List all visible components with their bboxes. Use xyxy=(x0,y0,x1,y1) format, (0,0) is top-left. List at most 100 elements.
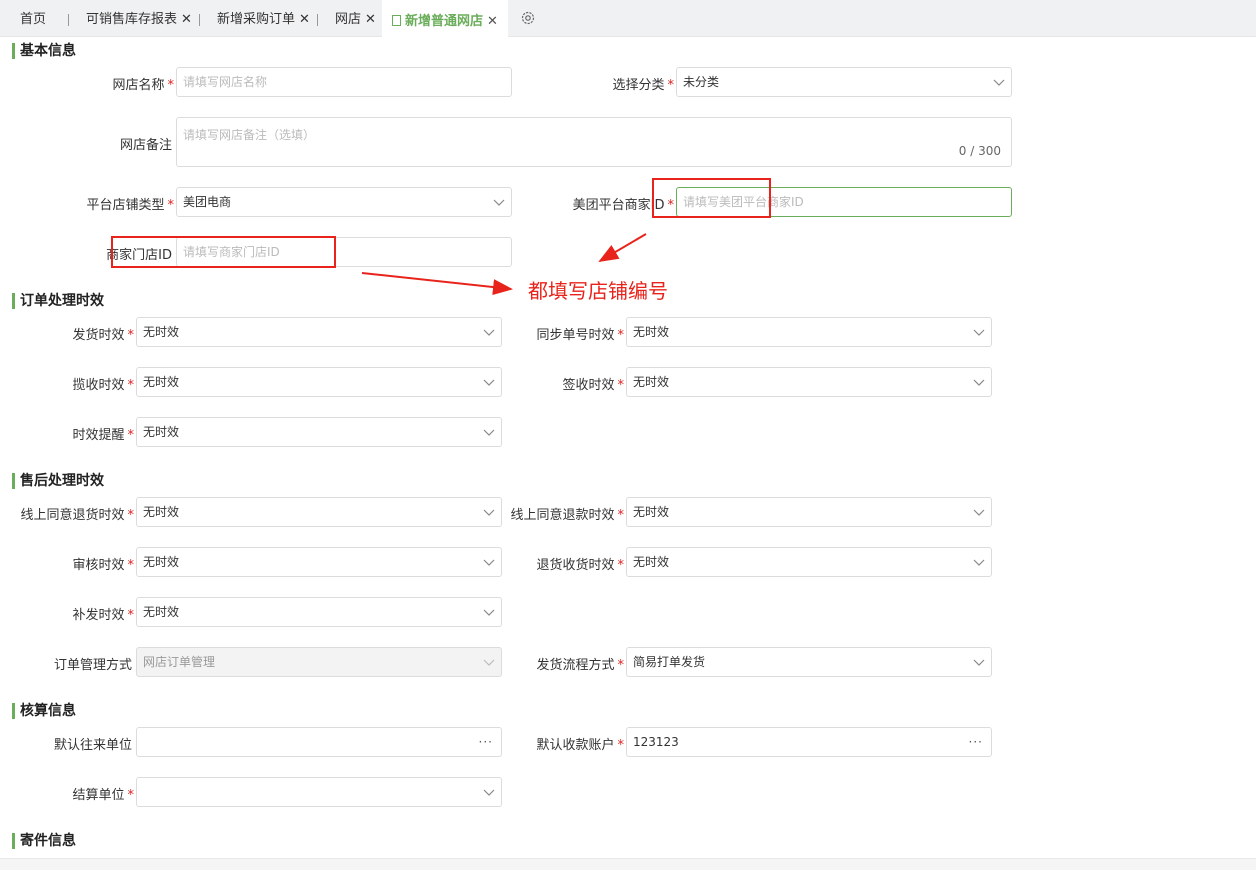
annotation-arrow xyxy=(598,233,647,263)
annotation-text: 都填写店铺编号 xyxy=(528,279,668,303)
required-icon: * xyxy=(167,78,175,93)
reissue-timing-select[interactable]: 无时效 xyxy=(136,597,502,627)
chevron-down-icon xyxy=(483,609,495,616)
sign-timing-select[interactable]: 无时效 xyxy=(626,367,992,397)
tab-label: 网店 xyxy=(335,12,362,27)
remind-timing-label: 时效提醒 * xyxy=(72,428,135,443)
return-agree-value: 无时效 xyxy=(143,505,180,519)
chevron-down-icon xyxy=(973,509,985,516)
platform-type-select[interactable]: 美团电商 xyxy=(176,187,512,217)
tab-shop[interactable]: 网店 ✕ xyxy=(335,0,376,37)
return-agree-label: 线上同意退货时效 * xyxy=(20,508,135,523)
remark-textarea[interactable]: 请填写网店备注（选填） 0 / 300 xyxy=(176,117,1012,167)
required-icon: * xyxy=(127,428,135,443)
close-icon[interactable]: ✕ xyxy=(299,12,310,27)
chevron-down-icon xyxy=(483,379,495,386)
close-icon[interactable]: ✕ xyxy=(365,12,376,27)
refund-agree-label: 线上同意退款时效 * xyxy=(510,508,624,523)
required-icon: * xyxy=(127,608,135,623)
chevron-down-icon xyxy=(483,509,495,516)
platform-type-value: 美团电商 xyxy=(183,195,232,209)
default-account-label: 默认收款账户 * xyxy=(536,738,625,753)
gear-icon[interactable] xyxy=(520,10,536,26)
section-shipping: 寄件信息 xyxy=(12,833,76,849)
required-icon: * xyxy=(617,378,625,393)
category-select[interactable]: 未分类 xyxy=(676,67,1012,97)
tab-inventory-report[interactable]: 可销售库存报表 ✕ xyxy=(86,0,192,37)
default-unit-label: 默认往来单位 xyxy=(53,738,132,753)
tab-separator xyxy=(68,14,69,26)
chevron-down-icon xyxy=(993,79,1005,86)
chevron-down-icon xyxy=(493,199,505,206)
remind-timing-select[interactable]: 无时效 xyxy=(136,417,502,447)
default-unit-input[interactable]: ··· xyxy=(136,727,502,757)
required-icon: * xyxy=(127,508,135,523)
section-order-timing: 订单处理时效 xyxy=(12,293,104,309)
more-icon[interactable]: ··· xyxy=(969,728,983,756)
return-receive-select[interactable]: 无时效 xyxy=(626,547,992,577)
remind-timing-value: 无时效 xyxy=(143,425,180,439)
document-icon xyxy=(392,15,401,26)
ship-flow-select[interactable]: 简易打单发货 xyxy=(626,647,992,677)
remark-label: 网店备注 xyxy=(119,138,172,153)
tab-label: 首页 xyxy=(20,12,47,27)
pickup-timing-select[interactable]: 无时效 xyxy=(136,367,502,397)
tab-new-shop[interactable]: 新增普通网店 ✕ xyxy=(382,0,508,37)
audit-timing-select[interactable]: 无时效 xyxy=(136,547,502,577)
tab-label: 可销售库存报表 xyxy=(86,12,178,27)
ship-flow-value: 简易打单发货 xyxy=(633,655,706,669)
ship-timing-select[interactable]: 无时效 xyxy=(136,317,502,347)
pickup-timing-value: 无时效 xyxy=(143,375,180,389)
return-receive-value: 无时效 xyxy=(633,555,670,569)
tab-separator xyxy=(199,14,200,26)
required-icon: * xyxy=(127,378,135,393)
required-icon: * xyxy=(617,658,625,673)
remark-counter: 0 / 300 xyxy=(958,144,1001,158)
settle-unit-label: 结算单位 * xyxy=(72,788,134,803)
tab-bar: 首页 可销售库存报表 ✕ 新增采购订单 ✕ 网店 ✕ 新增普通网店 ✕ xyxy=(0,0,1256,37)
sign-timing-label: 签收时效 * xyxy=(562,378,625,393)
tab-label: 新增采购订单 xyxy=(217,12,296,27)
refund-agree-value: 无时效 xyxy=(633,505,670,519)
required-icon: * xyxy=(127,558,135,573)
shop-name-label: 网店名称 * xyxy=(112,78,175,93)
sign-timing-value: 无时效 xyxy=(633,375,670,389)
pickup-timing-label: 揽收时效 * xyxy=(72,378,135,393)
section-accounting: 核算信息 xyxy=(12,703,76,719)
sync-timing-select[interactable]: 无时效 xyxy=(626,317,992,347)
audit-timing-value: 无时效 xyxy=(143,555,180,569)
section-after-sale-timing: 售后处理时效 xyxy=(12,473,104,489)
tab-label: 新增普通网店 xyxy=(405,14,484,29)
required-icon: * xyxy=(617,738,625,753)
settle-unit-select[interactable] xyxy=(136,777,502,807)
return-receive-label: 退货收货时效 * xyxy=(536,558,624,573)
order-mgmt-label: 订单管理方式 xyxy=(53,658,132,673)
category-value: 未分类 xyxy=(683,75,720,89)
refund-agree-select[interactable]: 无时效 xyxy=(626,497,992,527)
return-agree-select[interactable]: 无时效 xyxy=(136,497,502,527)
annotation-box-merchant-id xyxy=(652,178,771,218)
reissue-timing-value: 无时效 xyxy=(143,605,180,619)
chevron-down-icon xyxy=(973,659,985,666)
chevron-down-icon xyxy=(973,559,985,566)
default-account-input[interactable]: 123123 ··· xyxy=(626,727,992,757)
more-icon[interactable]: ··· xyxy=(479,728,493,756)
audit-timing-label: 审核时效 * xyxy=(72,558,135,573)
close-icon[interactable]: ✕ xyxy=(487,14,498,29)
ship-timing-label: 发货时效 * xyxy=(72,328,135,343)
sync-timing-label: 同步单号时效 * xyxy=(536,328,624,343)
chevron-down-icon xyxy=(483,559,495,566)
required-icon: * xyxy=(127,328,135,343)
close-icon[interactable]: ✕ xyxy=(181,12,192,27)
ship-flow-label: 发货流程方式 * xyxy=(536,658,625,673)
remark-placeholder: 请填写网店备注（选填） xyxy=(183,128,316,142)
chevron-down-icon xyxy=(973,379,985,386)
shop-name-input[interactable]: 请填写网店名称 xyxy=(176,67,512,97)
bottom-bar xyxy=(0,858,1256,870)
tab-home[interactable]: 首页 xyxy=(20,0,46,37)
annotation-arrow xyxy=(361,272,513,296)
tab-new-purchase-order[interactable]: 新增采购订单 ✕ xyxy=(217,0,310,37)
chevron-down-icon xyxy=(483,429,495,436)
platform-type-label: 平台店铺类型 * xyxy=(86,198,174,213)
category-label: 选择分类 * xyxy=(612,78,674,93)
